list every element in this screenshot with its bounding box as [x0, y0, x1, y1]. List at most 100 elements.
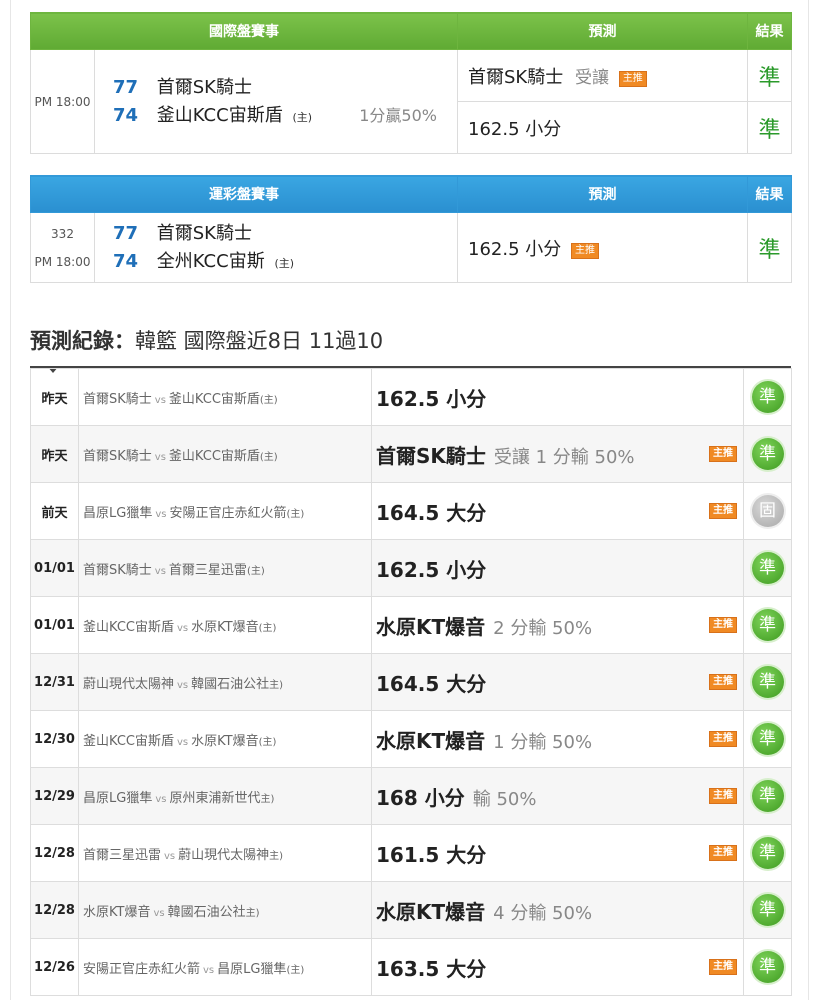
record-row[interactable]: 12/28 首爾三星迅雷 vs 蔚山現代太陽神主) 161.5 大分 主推準 [30, 824, 792, 882]
intl-header-result: 結果 [747, 12, 792, 50]
record-row[interactable]: 01/01 釜山KCC宙斯盾 vs 水原KT爆音(主) 水原KT爆音 2 分輸 50% 主推… [30, 596, 792, 654]
record-result: 準 [743, 938, 792, 996]
record-match[interactable]: 釜山KCC宙斯盾 vs 水原KT爆音(主) [78, 596, 372, 654]
lottery-team2: 74 全州KCC宙斯 (主) [113, 248, 457, 276]
home-mark: (主) [274, 256, 295, 270]
team2-name: 全州KCC宙斯 [156, 250, 265, 272]
record-date: 12/31 [30, 653, 79, 711]
record-away-team: 蔚山現代太陽神 [178, 847, 270, 863]
record-home-mark: (主) [286, 508, 305, 520]
record-row[interactable]: 昨天 首爾SK騎士 vs 釜山KCC宙斯盾(主) 162.5 小分準 [30, 368, 792, 426]
intl-match-time: PM 18:00 [30, 49, 95, 154]
record-date: 01/01 [30, 539, 79, 597]
intl-prediction-2: 162.5 小分 [457, 101, 748, 154]
lottery-header-match: 運彩盤賽事 [30, 175, 458, 213]
record-pick-main: 水原KT爆音 [376, 614, 486, 639]
intl-teams[interactable]: 77 首爾SK騎士 74 釜山KCC宙斯盾 (主) 1分贏50% [94, 49, 458, 154]
team2-score: 74 [113, 250, 139, 272]
record-away-team: 韓國石油公社 [191, 676, 270, 692]
record-match[interactable]: 昌原LG獵隼 vs 安陽正官庄赤紅火箭(主) [78, 482, 372, 540]
record-pick: 水原KT爆音 4 分輸 50% [371, 881, 744, 939]
record-result: 準 [743, 596, 792, 654]
team1-score: 77 [113, 76, 139, 98]
recommend-tag: 主推 [709, 845, 737, 861]
record-match[interactable]: 蔚山現代太陽神 vs 韓國石油公社主) [78, 653, 372, 711]
record-home-team: 首爾三星迅雷 [83, 847, 162, 863]
win-badge-icon: 準 [751, 438, 784, 470]
record-row[interactable]: 01/01 首爾SK騎士 vs 首爾三星迅雷(主) 162.5 小分準 [30, 539, 792, 597]
record-pick: 164.5 大分 主推 [371, 482, 744, 540]
records-title-bold: 預測紀錄： [30, 329, 135, 353]
lottery-teams[interactable]: 77 首爾SK騎士 74 全州KCC宙斯 (主) [94, 212, 458, 283]
record-home-team: 昌原LG獵隼 [83, 790, 153, 806]
record-home-mark: 主) [269, 850, 284, 862]
record-result: 準 [743, 767, 792, 825]
record-date: 昨天 [30, 425, 79, 483]
record-match[interactable]: 首爾SK騎士 vs 釜山KCC宙斯盾(主) [78, 368, 372, 426]
record-match[interactable]: 首爾SK騎士 vs 首爾三星迅雷(主) [78, 539, 372, 597]
record-away-team: 安陽正官庄赤紅火箭 [169, 505, 287, 521]
prediction-main: 162.5 小分 [468, 238, 562, 260]
record-result: 準 [743, 539, 792, 597]
record-match[interactable]: 釜山KCC宙斯盾 vs 水原KT爆音(主) [78, 710, 372, 768]
record-row[interactable]: 前天 昌原LG獵隼 vs 安陽正官庄赤紅火箭(主) 164.5 大分 主推固 [30, 482, 792, 540]
team1-name: 首爾SK騎士 [156, 222, 252, 244]
record-vs: vs [176, 622, 189, 634]
team1-name: 首爾SK騎士 [156, 76, 252, 98]
record-match[interactable]: 首爾三星迅雷 vs 蔚山現代太陽神主) [78, 824, 372, 882]
record-result: 固 [743, 482, 792, 540]
record-result: 準 [743, 881, 792, 939]
record-date: 12/26 [30, 938, 79, 996]
records-body: 昨天 首爾SK騎士 vs 釜山KCC宙斯盾(主) 162.5 小分準昨天 首爾SK騎士 vs… [30, 368, 792, 996]
record-pick-main: 168 小分 [376, 785, 465, 810]
recommend-tag: 主推 [618, 70, 647, 87]
intl-match-table: 國際盤賽事 預測 結果 PM 18:00 77 首爾SK騎士 74 釜山KCC宙… [30, 12, 792, 154]
record-away-team: 韓國石油公社 [167, 904, 246, 920]
record-match[interactable]: 首爾SK騎士 vs 釜山KCC宙斯盾(主) [78, 425, 372, 483]
record-result: 準 [743, 710, 792, 768]
win-badge-icon: 準 [751, 837, 784, 869]
record-pick: 162.5 小分 [371, 539, 744, 597]
record-row[interactable]: 12/28 水原KT爆音 vs 韓國石油公社主) 水原KT爆音 4 分輸 50% 準 [30, 881, 792, 939]
team1-score: 77 [113, 222, 139, 244]
record-away-team: 釜山KCC宙斯盾 [168, 448, 260, 464]
record-pick-main: 水原KT爆音 [376, 899, 486, 924]
win-badge-icon: 準 [751, 780, 784, 812]
record-row[interactable]: 12/26 安陽正官庄赤紅火箭 vs 昌原LG獵隼(主) 163.5 大分 主推準 [30, 938, 792, 996]
intl-result-1: 準 [747, 49, 792, 102]
record-match[interactable]: 水原KT爆音 vs 韓國石油公社主) [78, 881, 372, 939]
win-badge-icon: 準 [751, 609, 784, 641]
prediction-sub: 受讓 [574, 67, 609, 88]
record-row[interactable]: 昨天 首爾SK騎士 vs 釜山KCC宙斯盾(主) 首爾SK騎士 受讓 1 分輸 50% 主推… [30, 425, 792, 483]
record-match[interactable]: 昌原LG獵隼 vs 原州東浦新世代主) [78, 767, 372, 825]
record-pick: 161.5 大分 主推 [371, 824, 744, 882]
record-pick-main: 162.5 小分 [376, 386, 487, 411]
record-date: 12/30 [30, 710, 79, 768]
lottery-header-result: 結果 [747, 175, 792, 213]
records-title: 預測紀錄：韓籃 國際盤近8日 11過10 [30, 325, 383, 355]
record-vs: vs [177, 679, 189, 691]
record-date: 12/28 [30, 824, 79, 882]
lottery-match-table: 運彩盤賽事 預測 結果 332 PM 18:00 77 首爾SK騎士 74 全州… [30, 175, 792, 283]
record-match[interactable]: 安陽正官庄赤紅火箭 vs 昌原LG獵隼(主) [78, 938, 372, 996]
record-vs: vs [155, 793, 167, 805]
record-home-team: 首爾SK騎士 [83, 391, 152, 407]
record-row[interactable]: 12/29 昌原LG獵隼 vs 原州東浦新世代主) 168 小分輸 50% 主推準 [30, 767, 792, 825]
game-time: PM 18:00 [34, 254, 91, 269]
record-away-team: 水原KT爆音 [191, 619, 259, 635]
recommend-tag: 主推 [709, 446, 737, 462]
record-home-mark: 主) [245, 907, 260, 919]
recommend-tag: 主推 [709, 731, 737, 747]
recommend-tag: 主推 [709, 959, 737, 975]
push-badge-icon: 固 [751, 495, 784, 527]
record-row[interactable]: 12/30 釜山KCC宙斯盾 vs 水原KT爆音(主) 水原KT爆音 1 分輸 50% 主推… [30, 710, 792, 768]
record-row[interactable]: 12/31 蔚山現代太陽神 vs 韓國石油公社主) 164.5 大分 主推準 [30, 653, 792, 711]
record-home-mark: (主) [259, 394, 278, 406]
right-rail [808, 0, 809, 1000]
team2-name: 釜山KCC宙斯盾 [156, 104, 283, 126]
record-away-team: 昌原LG獵隼 [217, 961, 287, 977]
recommend-tag: 主推 [709, 788, 737, 804]
record-vs: vs [154, 565, 166, 577]
lottery-result: 準 [747, 212, 792, 283]
prediction-main: 首爾SK騎士 [468, 66, 564, 88]
